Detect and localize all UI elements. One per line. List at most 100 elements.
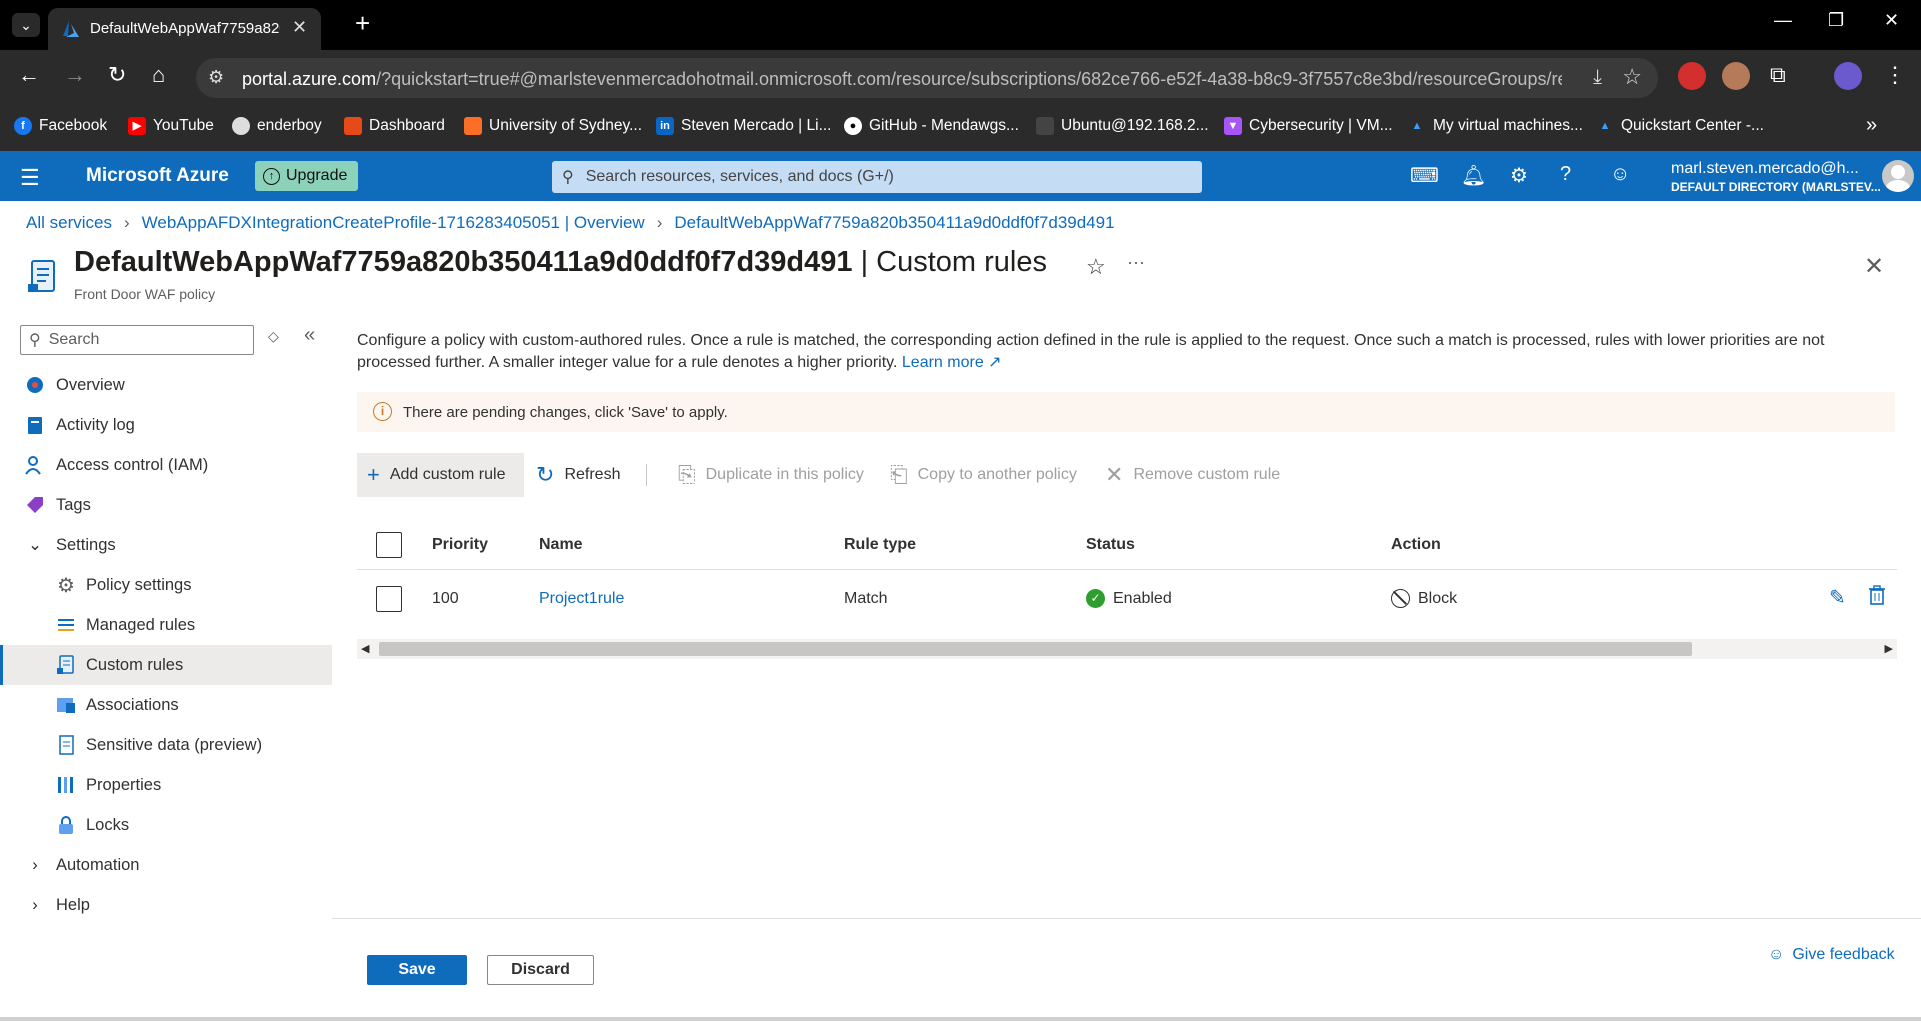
- bookmark-youtube[interactable]: ▶ YouTube: [128, 117, 214, 135]
- tab-close-icon[interactable]: ✕: [292, 17, 307, 38]
- sidebar-item-overview[interactable]: Overview: [0, 365, 332, 405]
- bookmark-enderboy[interactable]: enderboy: [232, 117, 322, 135]
- lock-icon: [56, 815, 76, 835]
- sidebar-item-custom-rules[interactable]: Custom rules: [0, 645, 332, 685]
- activity-log-icon: [25, 415, 45, 435]
- help-icon[interactable]: ?: [1560, 163, 1571, 186]
- bookmark-virtual-machines[interactable]: ▲ My virtual machines...: [1408, 117, 1583, 135]
- extension-avatar-icon[interactable]: [1722, 62, 1750, 90]
- bottom-edge: [0, 1017, 1921, 1021]
- site-info-icon[interactable]: ⚙: [208, 67, 224, 88]
- column-action[interactable]: Action: [1391, 520, 1441, 569]
- scroll-right-icon[interactable]: ▶: [1885, 642, 1893, 655]
- home-icon[interactable]: ⌂: [152, 62, 165, 88]
- browser-menu-icon[interactable]: ⋮: [1884, 62, 1906, 88]
- extensions-puzzle-icon[interactable]: ⧉: [1770, 62, 1786, 88]
- table-row: 100 Project1rule Match ✓ Enabled Block ✎: [357, 571, 1897, 626]
- bookmark-linkedin[interactable]: in Steven Mercado | Li...: [656, 117, 832, 135]
- extension-adblock-icon[interactable]: [1678, 62, 1706, 90]
- sidebar-item-associations[interactable]: Associations: [0, 685, 332, 725]
- close-blade-icon[interactable]: ✕: [1864, 252, 1884, 281]
- discard-button[interactable]: Discard: [487, 955, 594, 985]
- refresh-button[interactable]: ↻ Refresh: [536, 453, 620, 497]
- sidebar-item-access-control[interactable]: Access control (IAM): [0, 445, 332, 485]
- overview-icon: [25, 375, 45, 395]
- sidebar-item-managed-rules[interactable]: Managed rules: [0, 605, 332, 645]
- rule-name-link[interactable]: Project1rule: [539, 571, 624, 626]
- save-button[interactable]: Save: [367, 955, 467, 985]
- bookmark-ubuntu[interactable]: Ubuntu@192.168.2...: [1036, 117, 1209, 135]
- browser-tab-active[interactable]: DefaultWebAppWaf7759a820b3 ✕: [48, 8, 321, 50]
- horizontal-scrollbar[interactable]: ◀ ▶: [357, 639, 1897, 659]
- back-icon[interactable]: ←: [18, 62, 40, 88]
- refresh-icon: ↻: [536, 462, 555, 487]
- learn-more-link[interactable]: Learn more ↗: [902, 354, 1002, 371]
- cell-rule-type: Match: [844, 589, 888, 607]
- bookmark-dashboard[interactable]: Dashboard: [344, 117, 445, 135]
- sidebar-item-properties[interactable]: Properties: [0, 765, 332, 805]
- bookmark-university[interactable]: University of Sydney...: [464, 117, 642, 135]
- more-options-icon[interactable]: ···: [1127, 252, 1145, 273]
- bookmark-github[interactable]: ● GitHub - Mendawgs...: [844, 117, 1019, 135]
- reload-icon[interactable]: ↻: [108, 62, 126, 88]
- column-name[interactable]: Name: [539, 520, 583, 569]
- brand-title[interactable]: Microsoft Azure: [86, 165, 229, 187]
- bookmark-quickstart[interactable]: ▲ Quickstart Center -...: [1596, 117, 1764, 135]
- sidebar-item-automation[interactable]: › Automation: [0, 845, 332, 885]
- sidebar-item-policy-settings[interactable]: ⚙ Policy settings: [0, 565, 332, 605]
- notifications-bell-icon[interactable]: 🔔︎: [1461, 163, 1486, 188]
- restore-icon[interactable]: ❐: [1828, 10, 1844, 31]
- breadcrumb-waf-policy[interactable]: DefaultWebAppWaf7759a820b350411a9d0ddf0f…: [674, 213, 1114, 233]
- cloud-shell-icon[interactable]: ⌨: [1410, 163, 1439, 188]
- remove-custom-rule-button[interactable]: ✕ Remove custom rule: [1105, 453, 1280, 497]
- url-text[interactable]: portal.azure.com/?quickstart=true#@marls…: [242, 69, 1562, 90]
- account-info[interactable]: marl.steven.mercado@h... DEFAULT DIRECTO…: [1671, 160, 1881, 194]
- breadcrumb-all-services[interactable]: All services: [26, 213, 112, 233]
- search-icon: ⚲: [562, 169, 574, 186]
- bookmark-cybersecurity[interactable]: ▼ Cybersecurity | VM...: [1224, 117, 1393, 135]
- bookmark-star-icon[interactable]: ☆: [1622, 64, 1642, 90]
- duplicate-button[interactable]: ⎘ Duplicate in this policy: [678, 453, 864, 497]
- tab-search-chevron-icon[interactable]: ⌄: [12, 13, 40, 37]
- minimize-icon[interactable]: —: [1774, 10, 1792, 31]
- favorite-star-icon[interactable]: ☆: [1086, 254, 1106, 280]
- install-app-icon[interactable]: ⤓: [1593, 66, 1602, 89]
- bookmarks-overflow-icon[interactable]: »: [1866, 114, 1877, 137]
- breadcrumb-profile-overview[interactable]: WebAppAFDXIntegrationCreateProfile-17162…: [142, 213, 645, 233]
- scroll-left-icon[interactable]: ◀: [361, 642, 369, 655]
- edit-pencil-icon[interactable]: ✎: [1829, 585, 1846, 610]
- settings-gear-icon[interactable]: ⚙: [1510, 163, 1528, 188]
- column-status[interactable]: Status: [1086, 520, 1135, 569]
- select-all-checkbox[interactable]: [376, 520, 402, 569]
- collapse-sidebar-icon[interactable]: «: [304, 324, 315, 347]
- bookmark-facebook[interactable]: f Facebook: [14, 117, 107, 135]
- sidebar-item-help[interactable]: › Help: [0, 885, 332, 925]
- feedback-icon[interactable]: ☺: [1610, 163, 1630, 186]
- forward-icon[interactable]: →: [64, 62, 86, 88]
- new-tab-icon[interactable]: +: [355, 10, 370, 36]
- upgrade-button[interactable]: ↑ Upgrade: [255, 161, 358, 191]
- sidebar-item-sensitive-data[interactable]: Sensitive data (preview): [0, 725, 332, 765]
- window-close-icon[interactable]: ✕: [1884, 10, 1899, 31]
- address-bar[interactable]: ⚙ portal.azure.com/?quickstart=true#@mar…: [196, 58, 1658, 98]
- sidebar-item-tags[interactable]: Tags: [0, 485, 332, 525]
- avatar[interactable]: [1882, 160, 1914, 192]
- copy-to-policy-button[interactable]: ⎗ Copy to another policy: [890, 453, 1077, 497]
- row-checkbox[interactable]: [376, 571, 402, 626]
- global-search-input[interactable]: ⚲ Search resources, services, and docs (G…: [552, 161, 1202, 193]
- page-title: DefaultWebAppWaf7759a820b350411a9d0ddf0f…: [74, 246, 1047, 278]
- sidebar-search-input[interactable]: ⚲ Search: [20, 325, 254, 355]
- delete-trash-icon[interactable]: [1869, 585, 1885, 611]
- give-feedback-link[interactable]: ☺ Give feedback: [1768, 946, 1895, 964]
- add-custom-rule-button[interactable]: + Add custom rule: [357, 453, 524, 497]
- remove-x-icon: ✕: [1105, 462, 1124, 487]
- portal-menu-icon[interactable]: ☰: [20, 165, 40, 191]
- sort-icon[interactable]: ◇: [268, 328, 279, 345]
- column-rule-type[interactable]: Rule type: [844, 520, 916, 569]
- sidebar-item-locks[interactable]: Locks: [0, 805, 332, 845]
- scrollbar-thumb[interactable]: [379, 642, 1692, 656]
- profile-icon[interactable]: [1834, 62, 1862, 90]
- sidebar-item-settings[interactable]: ⌄ Settings: [0, 525, 332, 565]
- column-priority[interactable]: Priority: [432, 520, 488, 569]
- sidebar-item-activity-log[interactable]: Activity log: [0, 405, 332, 445]
